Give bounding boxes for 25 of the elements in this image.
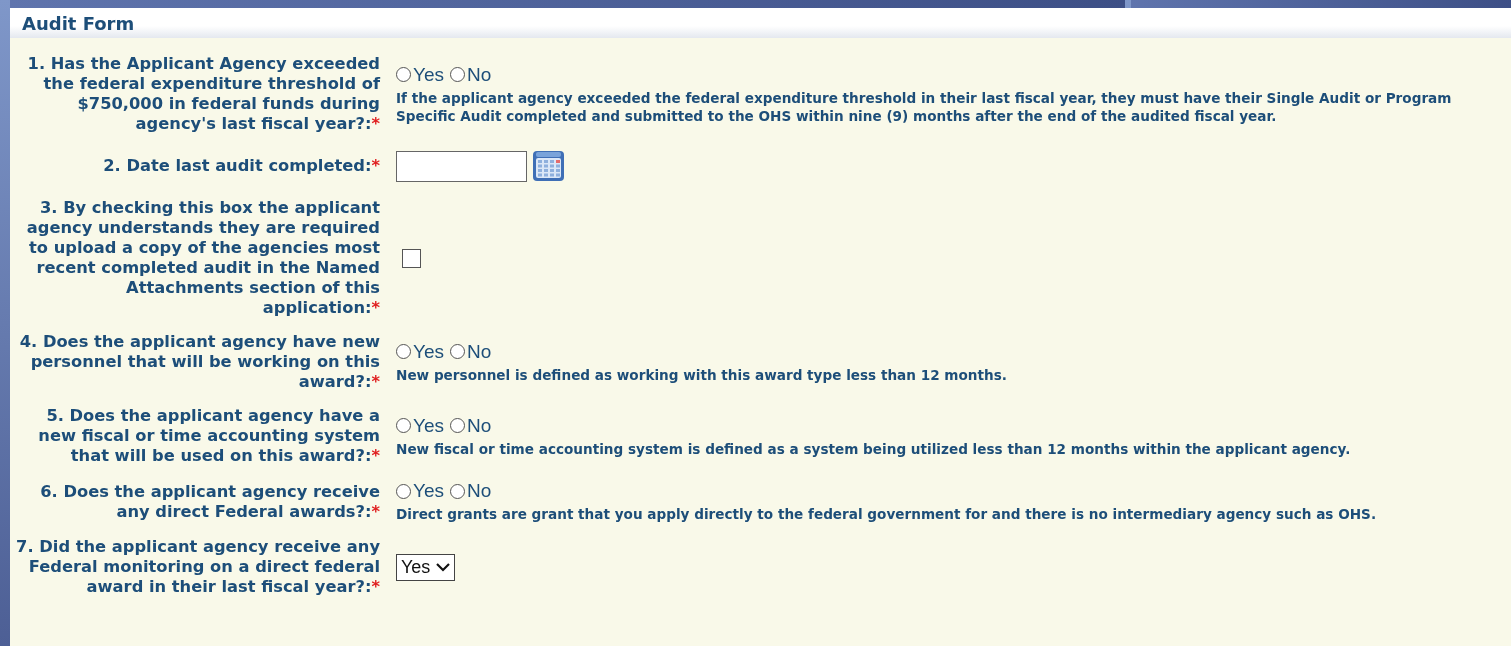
dropdown[interactable]: Yes [396,553,456,581]
date-field[interactable] [396,150,527,182]
radio-option[interactable]: No [450,340,492,363]
radio-option[interactable]: Yes [396,63,444,86]
question-label: 1. Has the Applicant Agency exceeded the federal expenditure threshold of $750,000 in federal funds during agency's last fiscal year?:* [26,54,380,134]
question-label: 2. Date last audit completed:* [102,156,380,176]
calendar-icon[interactable] [531,148,567,184]
checkbox[interactable] [402,248,421,268]
help-text: New fiscal or time accounting system is defined as a system being utilized less than 12 months within the applicant agency. [396,439,1351,458]
radio-option[interactable]: Yes [396,480,444,502]
radio-option[interactable]: Yes [396,414,444,437]
question-label: 4. Does the applicant agency have new personnel that will be working on this award?:* [18,332,380,392]
question-label: 6. Does the applicant agency receive any direct Federal awards?:* [39,481,380,522]
help-text: Direct grants are grant that you apply directly to the federal government for and there is no intermediary agency such as OHS. [396,505,1377,523]
radio-option[interactable]: Yes [396,340,444,363]
question-label: 5. Does the applicant agency have a new fiscal or time accounting system that will be used on this award?:* [37,406,380,466]
help-text: New personnel is defined as working with this award type less than 12 months. [396,365,1007,384]
radio-option[interactable]: No [450,63,492,86]
panel-title: Audit Form [22,12,135,34]
question-label: 3. By checking this box the applicant agency understands they are required to upload a copy of the agencies most recent completed audit in the Named Attachments section of this application:* [25,198,380,318]
radio-option[interactable]: No [450,414,492,437]
radio-option[interactable]: No [450,480,492,502]
caret-icon [436,562,451,572]
question-label: 7. Did the applicant agency receive any Federal monitoring on a direct federal award in their last fiscal year?:* [15,537,380,597]
help-text: If the applicant agency exceeded the federal expenditure threshold in their last fiscal year, they must have their Single Audit or Program Specific Audit completed and submitted to the OHS within nine (9) months after the end of the audited fiscal year. [396,88,1453,125]
